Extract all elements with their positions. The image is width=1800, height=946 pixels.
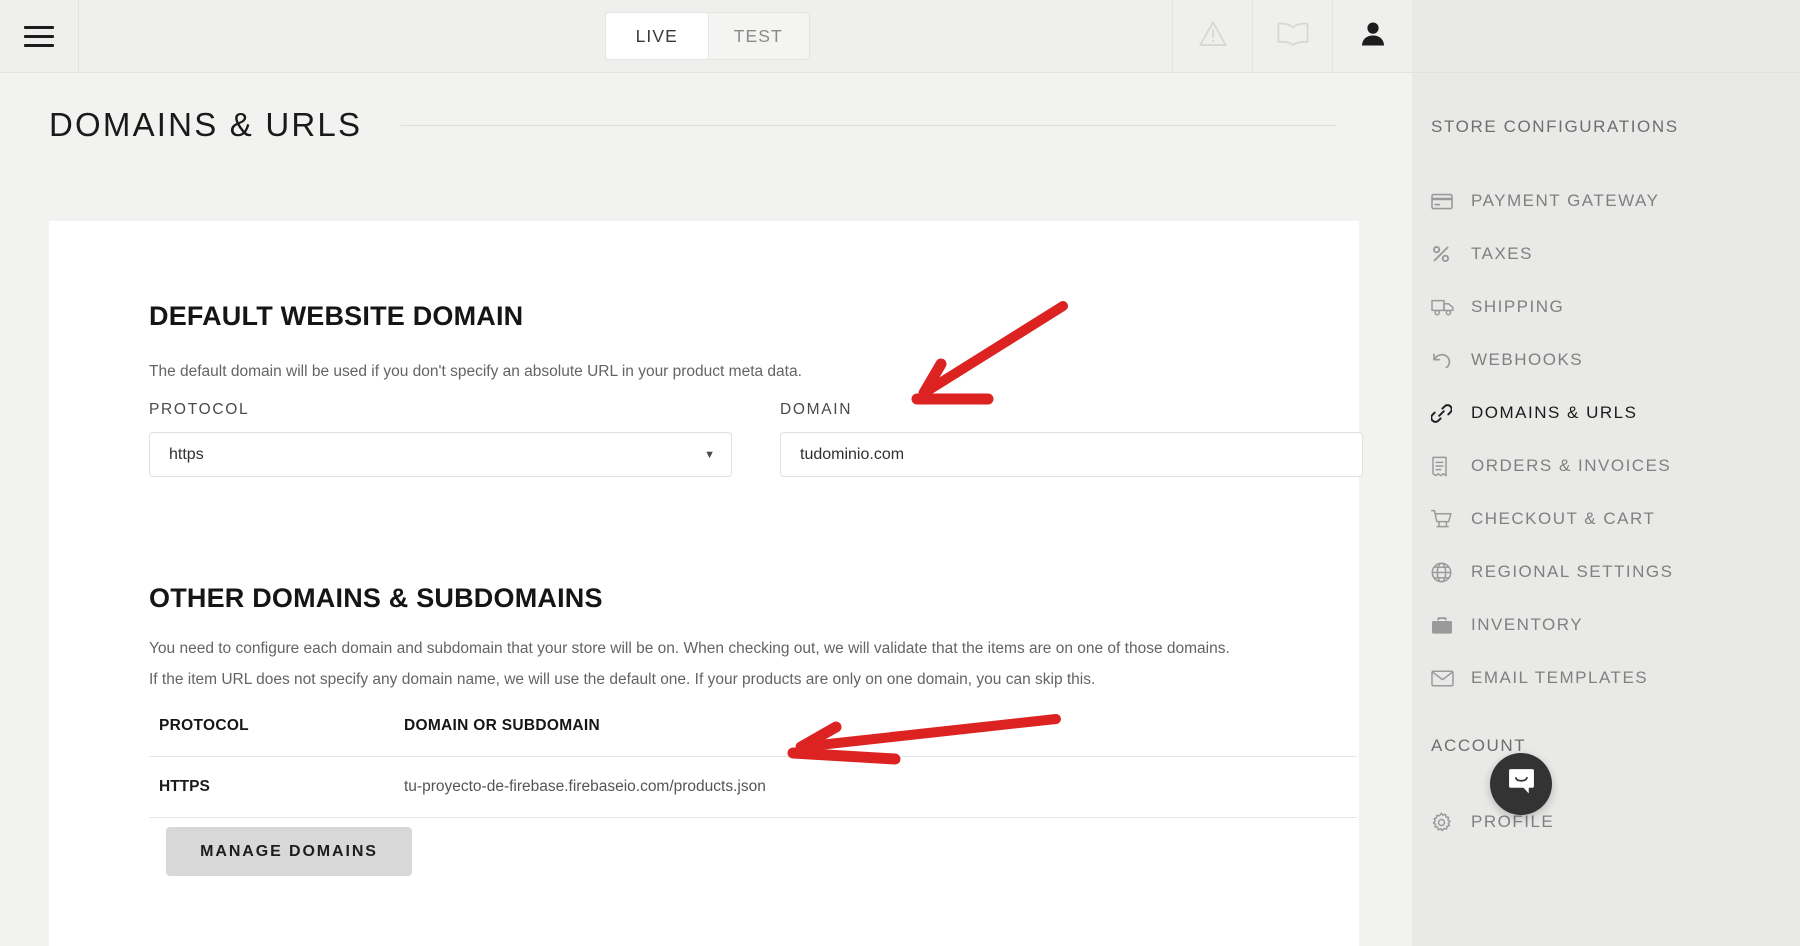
mode-test-button[interactable]: TEST	[708, 13, 810, 59]
other-domains-description: You need to configure each domain and su…	[149, 633, 1359, 695]
protocol-field-group: PROTOCOL https ▼	[149, 401, 732, 477]
sidebar-label: ORDERS & INVOICES	[1471, 456, 1672, 475]
hamburger-icon	[24, 25, 54, 47]
title-divider	[401, 124, 1337, 126]
sidebar-item-email-templates[interactable]: EMAIL TEMPLATES	[1412, 662, 1648, 694]
sidebar-item-domains-urls[interactable]: DOMAINS & URLS	[1412, 397, 1637, 429]
menu-button[interactable]	[0, 0, 79, 72]
gear-icon	[1431, 811, 1460, 833]
chevron-down-icon: ▼	[704, 448, 715, 461]
protocol-selected-value: https	[169, 445, 204, 463]
warning-icon	[1198, 20, 1228, 52]
sidebar-item-shipping[interactable]: SHIPPING	[1412, 291, 1564, 323]
sidebar-label: CHECKOUT & CART	[1471, 509, 1656, 528]
sidebar-label: DOMAINS & URLS	[1471, 403, 1638, 422]
chat-bubble-icon	[1507, 767, 1536, 801]
sidebar-item-orders-invoices[interactable]: ORDERS & INVOICES	[1412, 450, 1671, 482]
globe-icon	[1431, 562, 1460, 583]
undo-arrow-icon	[1431, 351, 1460, 370]
table-header-row: PROTOCOL DOMAIN OR SUBDOMAIN	[149, 717, 1357, 757]
sidebar-label: SHIPPING	[1471, 297, 1565, 316]
other-domains-description-line-2: If the item URL does not specify any dom…	[149, 671, 1096, 688]
cell-protocol: HTTPS	[149, 756, 404, 818]
table-row[interactable]: HTTPS tu-proyecto-de-firebase.firebaseio…	[149, 756, 1357, 818]
alerts-button[interactable]	[1172, 0, 1252, 72]
sidebar-group-title-account: ACCOUNT	[1431, 736, 1527, 755]
book-icon	[1276, 21, 1310, 52]
other-domains-heading: OTHER DOMAINS & SUBDOMAINS	[149, 583, 603, 613]
domains-table: PROTOCOL DOMAIN OR SUBDOMAIN HTTPS tu-pr…	[149, 717, 1357, 818]
protocol-label: PROTOCOL	[149, 401, 250, 418]
shopping-cart-icon	[1431, 509, 1460, 529]
chat-launcher-button[interactable]	[1490, 753, 1552, 815]
column-header-protocol: PROTOCOL	[149, 717, 404, 757]
page-title: DOMAINS & URLS	[49, 106, 363, 143]
link-icon	[1431, 403, 1460, 424]
default-domain-description: The default domain will be used if you d…	[149, 363, 802, 380]
other-domains-description-line-1: You need to configure each domain and su…	[149, 640, 1230, 657]
truck-icon	[1431, 298, 1460, 316]
sidebar-item-payment-gateway[interactable]: PAYMENT GATEWAY	[1412, 185, 1659, 217]
domain-label: DOMAIN	[780, 401, 853, 418]
page-header: DOMAINS & URLS	[49, 106, 1359, 144]
sidebar-group-title-store: STORE CONFIGURATIONS	[1431, 117, 1679, 136]
sidebar-item-taxes[interactable]: TAXES	[1412, 238, 1533, 270]
envelope-icon	[1431, 669, 1460, 687]
settings-card: DEFAULT WEBSITE DOMAIN The default domai…	[49, 221, 1363, 946]
domain-input[interactable]	[780, 432, 1363, 477]
sidebar-label: INVENTORY	[1471, 615, 1584, 634]
top-bar-right-spacer	[1412, 0, 1800, 72]
credit-card-icon	[1431, 193, 1460, 210]
sidebar-item-inventory[interactable]: INVENTORY	[1412, 609, 1583, 641]
sidebar-label: TAXES	[1471, 244, 1533, 263]
cell-domain: tu-proyecto-de-firebase.firebaseio.com/p…	[404, 756, 1357, 818]
percent-icon	[1431, 244, 1460, 264]
mode-live-button[interactable]: LIVE	[606, 13, 708, 59]
sidebar-label: EMAIL TEMPLATES	[1471, 668, 1649, 687]
sidebar-label: PAYMENT GATEWAY	[1471, 191, 1660, 210]
briefcase-icon	[1431, 616, 1460, 635]
sidebar-label: REGIONAL SETTINGS	[1471, 562, 1674, 581]
settings-sidebar: STORE CONFIGURATIONS PAYMENT GATEWAY TAX…	[1412, 73, 1800, 946]
sidebar-item-checkout-cart[interactable]: CHECKOUT & CART	[1412, 503, 1655, 535]
manage-domains-button[interactable]: MANAGE DOMAINS	[166, 827, 412, 876]
sidebar-item-webhooks[interactable]: WEBHOOKS	[1412, 344, 1583, 376]
environment-mode-toggle[interactable]: LIVE TEST	[605, 12, 810, 60]
top-bar: LIVE TEST	[0, 0, 1800, 73]
main-content: DOMAINS & URLS DEFAULT WEBSITE DOMAIN Th…	[0, 73, 1412, 946]
sidebar-label: PROFILE	[1471, 812, 1555, 831]
sidebar-label: WEBHOOKS	[1471, 350, 1584, 369]
receipt-icon	[1431, 456, 1460, 477]
protocol-select[interactable]: https ▼	[149, 432, 732, 477]
documentation-button[interactable]	[1252, 0, 1332, 72]
user-icon	[1359, 20, 1387, 53]
account-button[interactable]	[1332, 0, 1412, 72]
domain-field-group: DOMAIN	[780, 401, 1363, 477]
column-header-domain: DOMAIN OR SUBDOMAIN	[404, 717, 1357, 757]
default-domain-heading: DEFAULT WEBSITE DOMAIN	[149, 301, 524, 331]
sidebar-item-regional-settings[interactable]: REGIONAL SETTINGS	[1412, 556, 1673, 588]
